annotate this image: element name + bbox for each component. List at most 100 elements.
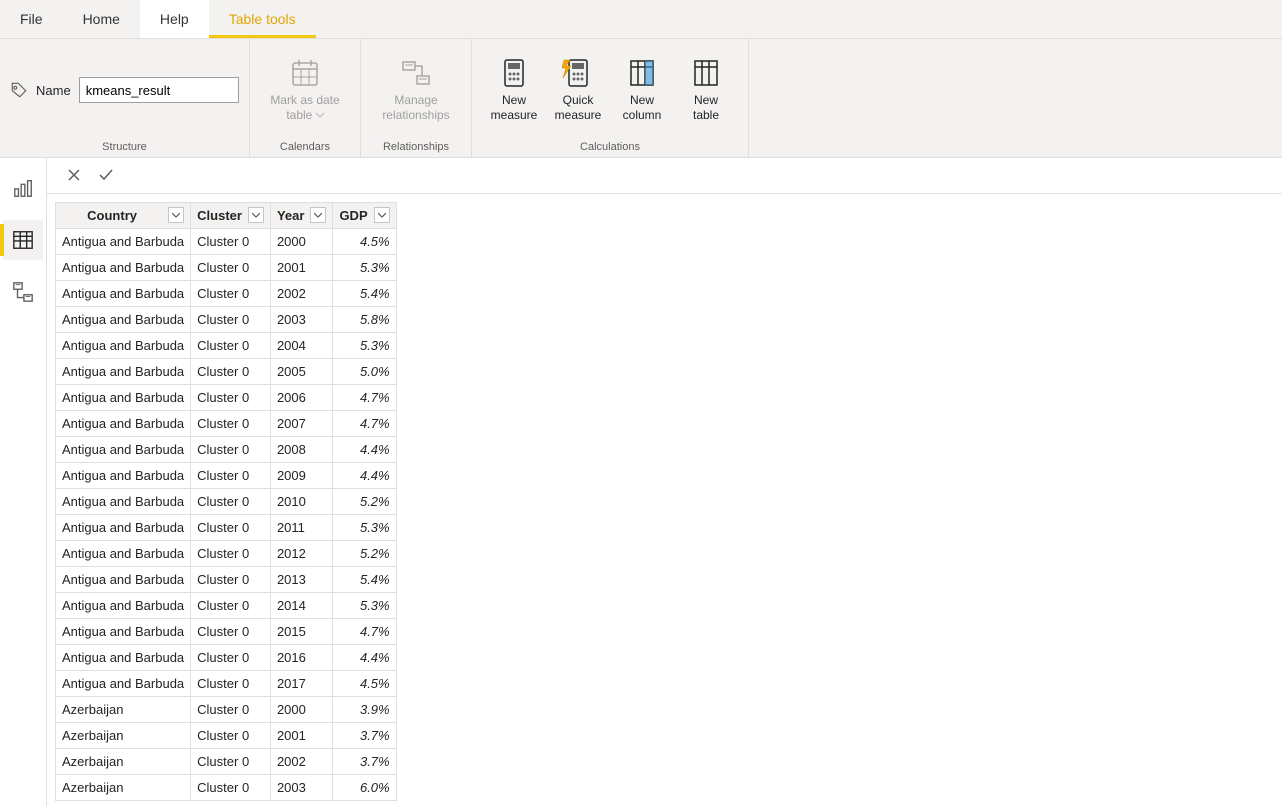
header-gdp[interactable]: GDP <box>333 202 396 228</box>
cell-cluster: Cluster 0 <box>191 332 271 358</box>
table-row[interactable]: Antigua and BarbudaCluster 020035.8% <box>56 306 397 332</box>
cell-cluster: Cluster 0 <box>191 566 271 592</box>
cell-year: 2016 <box>270 644 332 670</box>
calculator-icon <box>498 57 530 89</box>
cell-cluster: Cluster 0 <box>191 514 271 540</box>
table-icon <box>12 229 34 251</box>
table-row[interactable]: Antigua and BarbudaCluster 020025.4% <box>56 280 397 306</box>
new-table-button[interactable]: Newtable <box>674 53 738 127</box>
cell-cluster: Cluster 0 <box>191 254 271 280</box>
main-area: Country Cluster Year GDP Antigua and Ba <box>47 158 1282 806</box>
formula-cancel-button[interactable] <box>63 164 85 186</box>
calendar-icon <box>289 57 321 89</box>
filter-country-button[interactable] <box>168 207 184 223</box>
header-country[interactable]: Country <box>56 202 191 228</box>
name-input[interactable] <box>79 77 239 103</box>
tab-file[interactable]: File <box>0 0 63 38</box>
cell-cluster: Cluster 0 <box>191 488 271 514</box>
header-year[interactable]: Year <box>270 202 332 228</box>
quick-measure-button[interactable]: Quickmeasure <box>546 53 610 127</box>
cell-cluster: Cluster 0 <box>191 774 271 800</box>
cell-gdp: 6.0% <box>333 774 396 800</box>
view-data-button[interactable] <box>3 220 43 260</box>
cell-cluster: Cluster 0 <box>191 748 271 774</box>
cell-gdp: 5.3% <box>333 514 396 540</box>
new-measure-button[interactable]: Newmeasure <box>482 53 546 127</box>
cell-gdp: 4.7% <box>333 618 396 644</box>
cell-year: 2001 <box>270 254 332 280</box>
cell-country: Antigua and Barbuda <box>56 592 191 618</box>
table-row[interactable]: Antigua and BarbudaCluster 020084.4% <box>56 436 397 462</box>
table-row[interactable]: Antigua and BarbudaCluster 020094.4% <box>56 462 397 488</box>
formula-commit-button[interactable] <box>95 164 117 186</box>
mark-as-date-table-button[interactable]: Mark as datetable <box>260 53 350 127</box>
cell-gdp: 5.3% <box>333 254 396 280</box>
table-row[interactable]: Antigua and BarbudaCluster 020074.7% <box>56 410 397 436</box>
group-label-structure: Structure <box>10 139 239 155</box>
filter-gdp-button[interactable] <box>374 207 390 223</box>
header-cluster[interactable]: Cluster <box>191 202 271 228</box>
group-label-relationships: Relationships <box>371 139 461 155</box>
cell-year: 2003 <box>270 306 332 332</box>
table-row[interactable]: AzerbaijanCluster 020003.9% <box>56 696 397 722</box>
cell-country: Antigua and Barbuda <box>56 618 191 644</box>
cell-year: 2010 <box>270 488 332 514</box>
filter-cluster-button[interactable] <box>248 207 264 223</box>
filter-year-button[interactable] <box>310 207 326 223</box>
bar-chart-icon <box>12 177 34 199</box>
cell-gdp: 5.4% <box>333 566 396 592</box>
table-row[interactable]: AzerbaijanCluster 020036.0% <box>56 774 397 800</box>
cell-country: Antigua and Barbuda <box>56 254 191 280</box>
new-column-button[interactable]: Newcolumn <box>610 53 674 127</box>
cell-cluster: Cluster 0 <box>191 358 271 384</box>
ribbon-group-relationships: Managerelationships Relationships <box>361 39 472 157</box>
cell-year: 2003 <box>270 774 332 800</box>
view-model-button[interactable] <box>3 272 43 312</box>
tab-help[interactable]: Help <box>140 0 209 38</box>
left-nav-rail <box>0 158 47 806</box>
ribbon-tabs: File Home Help Table tools <box>0 0 1282 38</box>
view-report-button[interactable] <box>3 168 43 208</box>
table-row[interactable]: Antigua and BarbudaCluster 020115.3% <box>56 514 397 540</box>
table-row[interactable]: Antigua and BarbudaCluster 020004.5% <box>56 228 397 254</box>
cell-country: Antigua and Barbuda <box>56 332 191 358</box>
manage-relationships-button[interactable]: Managerelationships <box>371 53 461 127</box>
cell-gdp: 3.9% <box>333 696 396 722</box>
cell-country: Antigua and Barbuda <box>56 566 191 592</box>
cell-gdp: 5.2% <box>333 488 396 514</box>
table-row[interactable]: Antigua and BarbudaCluster 020154.7% <box>56 618 397 644</box>
tab-table-tools[interactable]: Table tools <box>209 0 316 38</box>
cell-cluster: Cluster 0 <box>191 462 271 488</box>
ribbon-group-calculations: Newmeasure Quickmeasure <box>472 39 749 157</box>
cell-year: 2000 <box>270 228 332 254</box>
table-row[interactable]: Antigua and BarbudaCluster 020125.2% <box>56 540 397 566</box>
cell-gdp: 5.4% <box>333 280 396 306</box>
table-row[interactable]: Antigua and BarbudaCluster 020135.4% <box>56 566 397 592</box>
tab-home[interactable]: Home <box>63 0 140 38</box>
cell-cluster: Cluster 0 <box>191 670 271 696</box>
data-table: Country Cluster Year GDP Antigua and Ba <box>55 202 397 801</box>
new-column-icon <box>626 57 658 89</box>
cell-country: Antigua and Barbuda <box>56 644 191 670</box>
name-label: Name <box>36 83 71 98</box>
cell-gdp: 4.4% <box>333 462 396 488</box>
table-row[interactable]: Antigua and BarbudaCluster 020145.3% <box>56 592 397 618</box>
header-gdp-label: GDP <box>339 208 367 223</box>
table-row[interactable]: Antigua and BarbudaCluster 020055.0% <box>56 358 397 384</box>
table-row[interactable]: Antigua and BarbudaCluster 020045.3% <box>56 332 397 358</box>
cell-cluster: Cluster 0 <box>191 696 271 722</box>
cell-year: 2006 <box>270 384 332 410</box>
table-row[interactable]: AzerbaijanCluster 020013.7% <box>56 722 397 748</box>
cell-gdp: 5.2% <box>333 540 396 566</box>
table-row[interactable]: Antigua and BarbudaCluster 020105.2% <box>56 488 397 514</box>
model-icon <box>12 281 34 303</box>
table-row[interactable]: Antigua and BarbudaCluster 020015.3% <box>56 254 397 280</box>
table-row[interactable]: Antigua and BarbudaCluster 020174.5% <box>56 670 397 696</box>
cell-country: Antigua and Barbuda <box>56 670 191 696</box>
cell-cluster: Cluster 0 <box>191 306 271 332</box>
table-row[interactable]: Antigua and BarbudaCluster 020164.4% <box>56 644 397 670</box>
formula-input[interactable] <box>127 163 1274 187</box>
cell-cluster: Cluster 0 <box>191 644 271 670</box>
table-row[interactable]: AzerbaijanCluster 020023.7% <box>56 748 397 774</box>
table-row[interactable]: Antigua and BarbudaCluster 020064.7% <box>56 384 397 410</box>
